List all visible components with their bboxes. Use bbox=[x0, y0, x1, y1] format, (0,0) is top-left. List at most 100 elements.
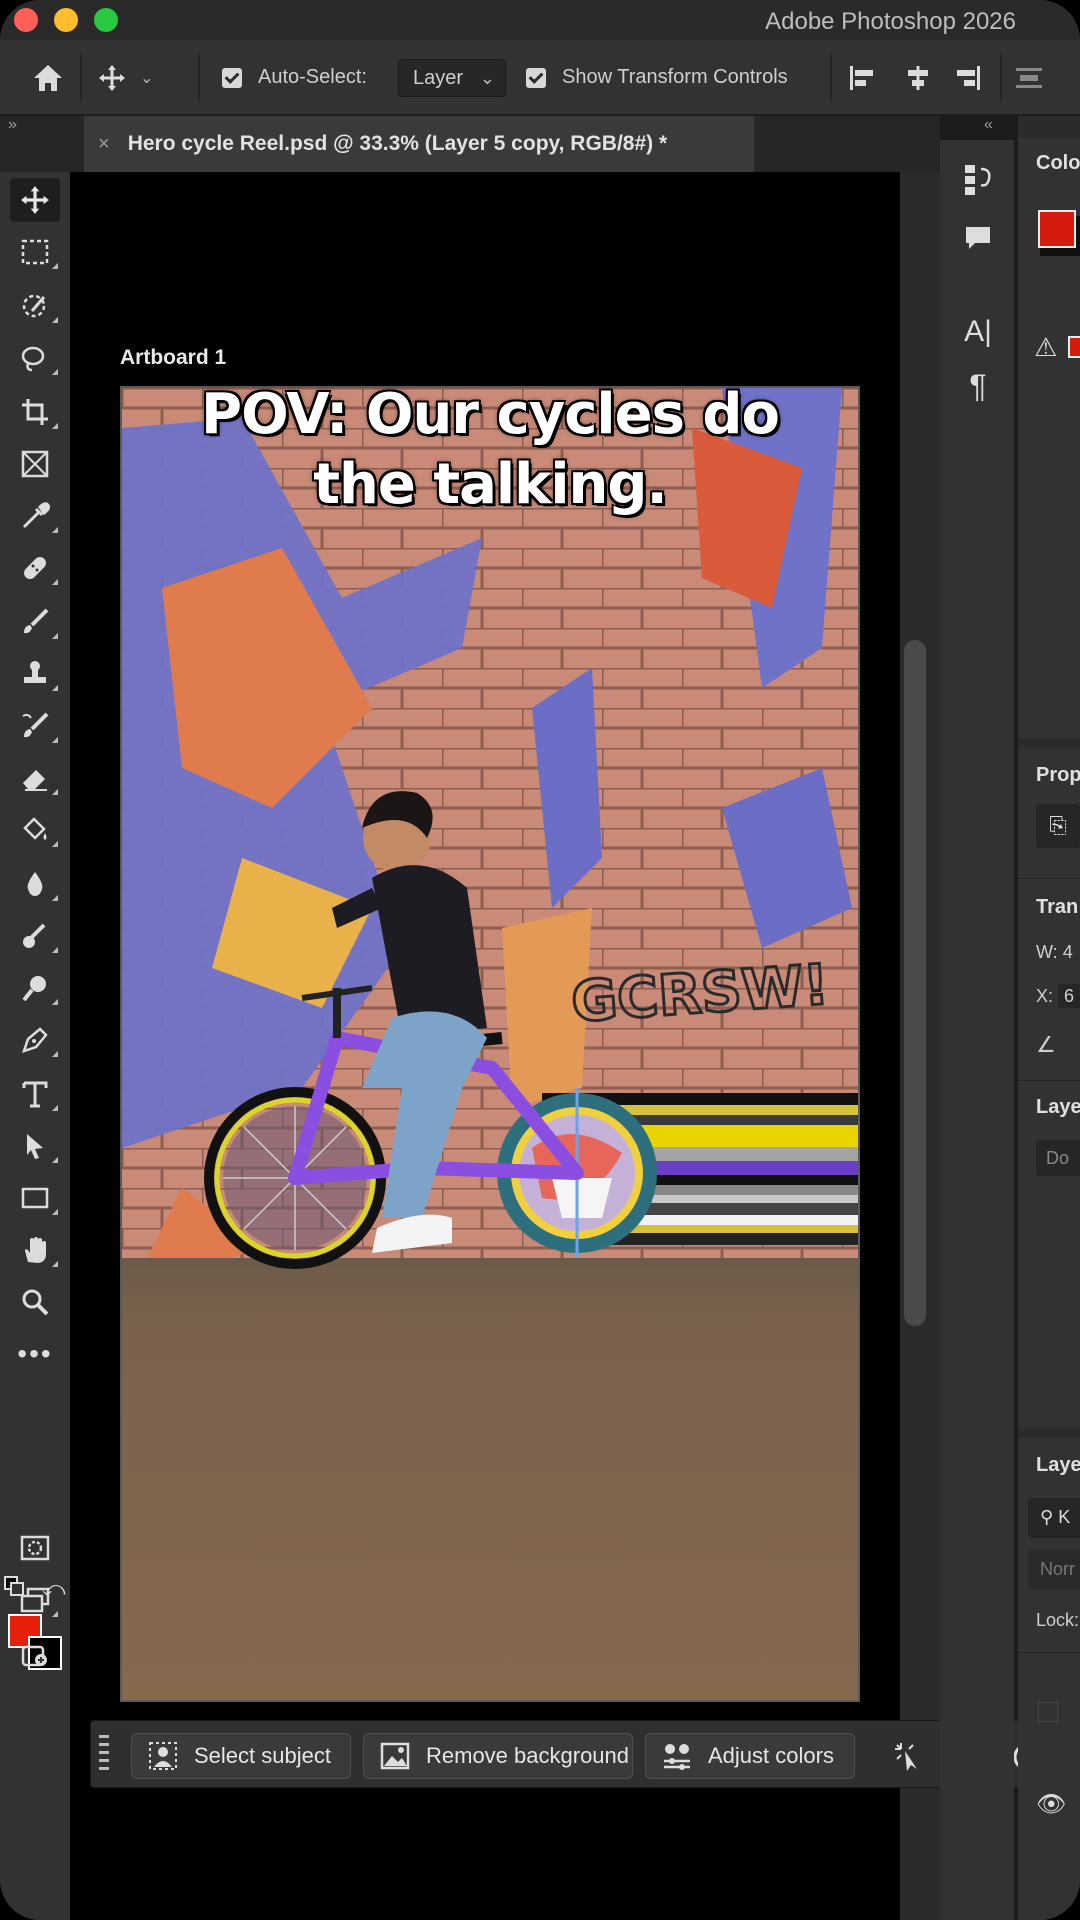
artboard-caption-text[interactable]: POV: Our cycles do the talking. bbox=[120, 380, 860, 520]
drag-handle-icon[interactable] bbox=[99, 1735, 111, 1775]
screen-mode-button[interactable]: ◢ bbox=[10, 1578, 60, 1622]
sparkle-cursor-icon bbox=[895, 1743, 917, 1771]
comment-icon bbox=[966, 227, 990, 249]
move-tool-preset[interactable]: ⌄ bbox=[98, 40, 153, 115]
document-tab[interactable]: × Hero cycle Reel.psd @ 33.3% (Layer 5 c… bbox=[84, 116, 754, 172]
gamut-swatch[interactable] bbox=[1068, 336, 1080, 358]
properties-panel-title[interactable]: Prop bbox=[1036, 764, 1080, 787]
align-right-button[interactable] bbox=[954, 40, 982, 115]
distribute-button[interactable] bbox=[1014, 40, 1044, 115]
align-center-button[interactable] bbox=[904, 40, 932, 115]
character-panel-button[interactable]: A| bbox=[958, 312, 998, 352]
object-selection-tool[interactable]: ◢ bbox=[10, 284, 60, 328]
type-icon bbox=[22, 1081, 48, 1108]
crop-icon bbox=[22, 399, 48, 425]
hand-tool[interactable]: ◢ bbox=[10, 1228, 60, 1272]
layer-filter-search[interactable]: ⚲ K bbox=[1028, 1498, 1080, 1538]
home-icon bbox=[34, 64, 62, 91]
frame-icon bbox=[21, 450, 49, 478]
eraser-tool[interactable]: ◢ bbox=[10, 756, 60, 800]
collapse-toolbar-icon[interactable]: » bbox=[8, 116, 17, 134]
artboard-label[interactable]: Artboard 1 bbox=[120, 346, 226, 370]
color-panel-title[interactable]: Colo bbox=[1036, 152, 1080, 175]
select-subject-button[interactable]: Select subject bbox=[131, 1733, 351, 1779]
auto-select-target-value: Layer bbox=[413, 66, 464, 89]
layers-panel-title[interactable]: Laye bbox=[1036, 1454, 1080, 1477]
type-tool[interactable]: ◢ bbox=[10, 1072, 60, 1116]
move-icon bbox=[21, 186, 49, 214]
eraser-icon bbox=[23, 770, 47, 791]
rotate-angle-icon[interactable]: ∠ bbox=[1036, 1032, 1056, 1058]
blend-mode-select[interactable]: Norr bbox=[1028, 1550, 1080, 1590]
zoom-tool[interactable] bbox=[10, 1280, 60, 1324]
generative-button[interactable] bbox=[10, 1632, 60, 1676]
crop-tool[interactable]: ◢ bbox=[10, 390, 60, 434]
magnifier-icon bbox=[22, 1289, 49, 1316]
right-panel-dock: Colo ⚠ Prop ⎘ Tran W: 4 X: 6 ∠ Laye Do L… bbox=[1018, 116, 1080, 1920]
color-panel: Colo ⚠ bbox=[1018, 138, 1080, 738]
hand-icon bbox=[25, 1237, 46, 1263]
paragraph-icon: ¶ bbox=[969, 367, 987, 404]
document-tab-bar: × Hero cycle Reel.psd @ 33.3% (Layer 5 c… bbox=[0, 116, 940, 172]
smudge-icon bbox=[23, 923, 46, 948]
caption-line-1: POV: Our cycles do bbox=[201, 382, 780, 447]
properties-panel: Prop ⎘ Tran W: 4 X: 6 ∠ Laye Do bbox=[1018, 748, 1080, 1428]
frame-tool[interactable] bbox=[10, 442, 60, 486]
generative-fill-button[interactable] bbox=[889, 1737, 929, 1777]
auto-select-checkbox[interactable]: Auto-Select: bbox=[222, 40, 367, 115]
eye-icon[interactable]: 👁 bbox=[1036, 1790, 1066, 1819]
photoshop-window: Adobe Photoshop 2026 ⌄ Auto-Select: Laye… bbox=[0, 0, 1080, 1920]
move-tool[interactable] bbox=[10, 178, 60, 222]
history-icon bbox=[965, 165, 991, 195]
collapse-panels-icon[interactable]: « bbox=[984, 116, 993, 134]
blur-tool[interactable]: ◢ bbox=[10, 862, 60, 906]
pen-tool[interactable]: ◢ bbox=[10, 1018, 60, 1062]
remove-background-button[interactable]: Remove background bbox=[363, 1733, 633, 1779]
water-drop-icon bbox=[27, 872, 43, 896]
person-select-icon bbox=[146, 1739, 180, 1773]
eyedropper-tool[interactable]: ◢ bbox=[10, 494, 60, 538]
vertical-scrollbar-thumb[interactable] bbox=[904, 640, 926, 1326]
path-selection-tool[interactable]: ◢ bbox=[10, 1124, 60, 1168]
close-window-button[interactable] bbox=[14, 8, 38, 32]
width-field[interactable]: W: 4 bbox=[1036, 942, 1073, 963]
layer-section-title: Laye bbox=[1036, 1096, 1080, 1118]
artboard-photo: GCRSW! bbox=[122, 388, 858, 1700]
dodge-burn-tool[interactable]: ◢ bbox=[10, 966, 60, 1010]
paint-bucket-tool[interactable]: ◢ bbox=[10, 808, 60, 852]
layer-properties-icon[interactable]: ⎘ bbox=[1036, 804, 1080, 848]
comments-panel-button[interactable] bbox=[958, 218, 998, 258]
screen-mode-icon bbox=[20, 1587, 50, 1613]
paint-bucket-icon bbox=[23, 817, 47, 840]
auto-select-target-dropdown[interactable]: Layer ⌄ bbox=[398, 59, 506, 97]
home-button[interactable] bbox=[32, 40, 64, 115]
select-subject-label: Select subject bbox=[194, 1743, 331, 1768]
show-transform-controls-checkbox[interactable]: Show Transform Controls bbox=[526, 40, 788, 115]
quick-mask-button[interactable] bbox=[10, 1526, 60, 1570]
adjust-colors-button[interactable]: Adjust colors bbox=[645, 1733, 855, 1779]
rectangle-tool[interactable]: ◢ bbox=[10, 1176, 60, 1220]
foreground-swatch[interactable] bbox=[1038, 210, 1076, 248]
quick-mask-icon bbox=[20, 1535, 50, 1561]
title-bar: Adobe Photoshop 2026 bbox=[0, 0, 1080, 40]
layer-comp-select[interactable]: Do bbox=[1036, 1140, 1080, 1176]
brush-tool[interactable]: ◢ bbox=[10, 600, 60, 644]
align-left-button[interactable] bbox=[848, 40, 876, 115]
paragraph-panel-button[interactable]: ¶ bbox=[958, 366, 998, 406]
clone-stamp-tool[interactable]: ◢ bbox=[10, 652, 60, 696]
artboard[interactable]: GCRSW! bbox=[120, 386, 860, 1702]
minimize-window-button[interactable] bbox=[54, 8, 78, 32]
close-tab-icon[interactable]: × bbox=[98, 133, 110, 156]
image-icon bbox=[378, 1739, 412, 1773]
tools-panel: ◢ ◢ ◢ ◢ ◢ ◢ ◢ ◢ ◢ ◢ ◢ ◢ ◢ ◢ ◢ ◢ ◢ ◢ ◢ ••… bbox=[0, 172, 70, 1920]
history-panel-button[interactable] bbox=[958, 160, 998, 200]
zoom-window-button[interactable] bbox=[94, 8, 118, 32]
x-field[interactable]: X: 6 bbox=[1036, 984, 1080, 1008]
edit-toolbar-button[interactable]: ••• bbox=[10, 1332, 60, 1376]
dodge-tool[interactable]: ◢ bbox=[10, 914, 60, 958]
lasso-tool[interactable]: ◢ bbox=[10, 336, 60, 380]
healing-brush-tool[interactable]: ◢ bbox=[10, 546, 60, 590]
marquee-tool[interactable]: ◢ bbox=[10, 230, 60, 274]
history-brush-tool[interactable]: ◢ bbox=[10, 704, 60, 748]
layer-visibility-empty[interactable] bbox=[1038, 1702, 1058, 1722]
